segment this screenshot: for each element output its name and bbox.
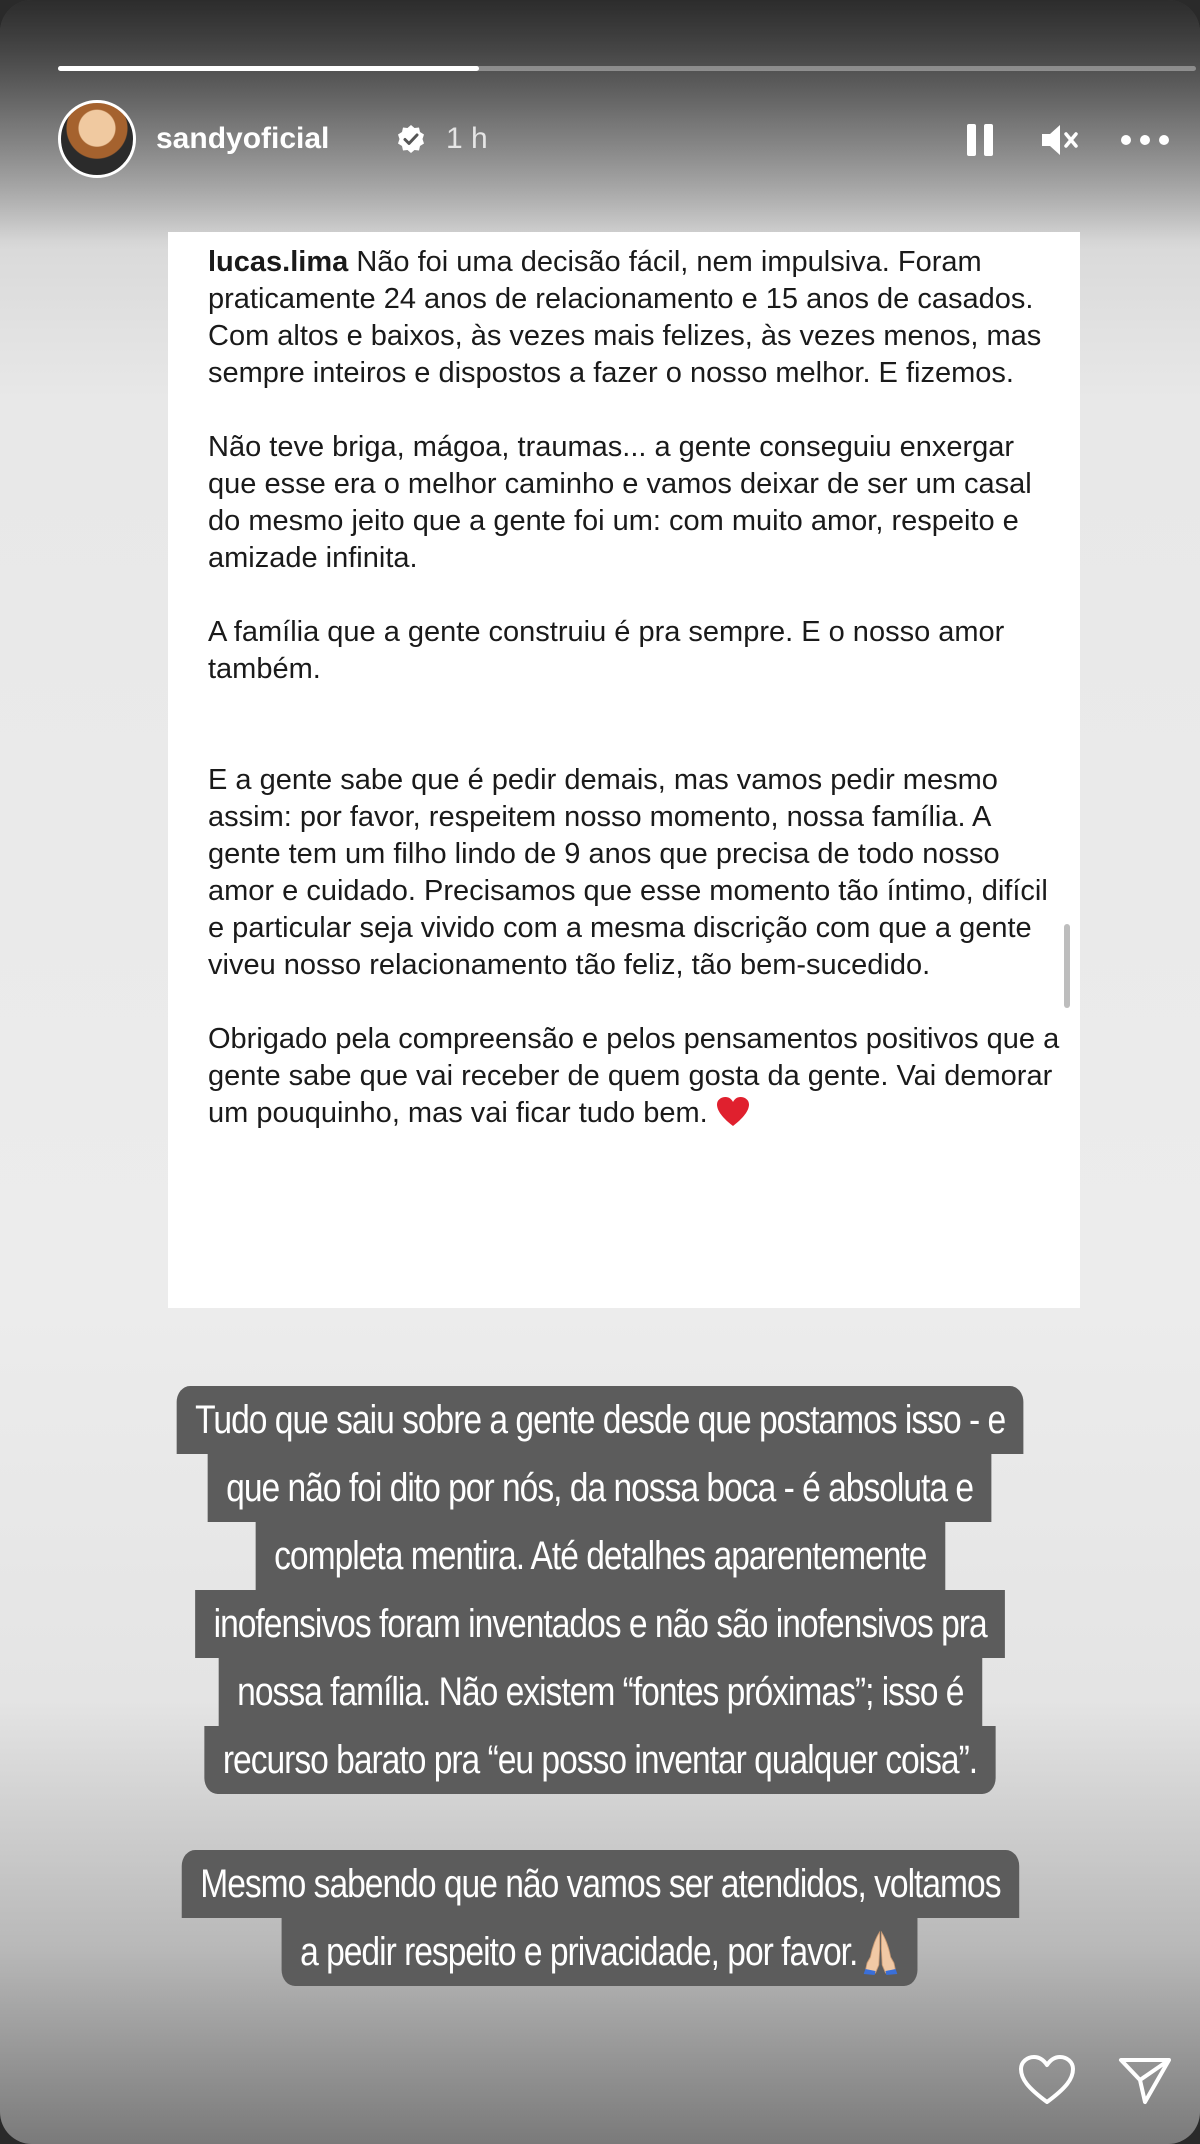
caption-paragraph: lucas.lima Não foi uma decisão fácil, ne…: [208, 244, 1068, 392]
overlay-line-text: a pedir respeito e privacidade, por favo…: [300, 1930, 858, 1974]
story-header: sandyoficial 1 h: [58, 100, 1178, 180]
story-viewer: sandyoficial 1 h lucas.lima Não foi uma …: [0, 0, 1200, 2144]
overlay-line: inofensivos foram inventados e não são i…: [195, 1590, 1005, 1658]
post-time: 1 h: [446, 122, 488, 155]
folded-hands-emoji: [864, 1930, 898, 1975]
pause-icon[interactable]: [958, 118, 1002, 162]
speaker-muted-icon[interactable]: [1038, 118, 1082, 162]
avatar[interactable]: [58, 100, 136, 178]
story-progress-bar: [58, 66, 1196, 71]
post-caption: lucas.lima Não foi uma decisão fácil, ne…: [208, 244, 1068, 1132]
caption-text: Obrigado pela compreensão e pelos pensam…: [208, 1023, 1060, 1129]
username[interactable]: sandyoficial: [156, 122, 329, 156]
post-username[interactable]: lucas.lima: [208, 246, 348, 278]
shared-post-card: lucas.lima Não foi uma decisão fácil, ne…: [168, 232, 1080, 1308]
verified-badge-icon: [398, 125, 424, 153]
heart-outline-icon[interactable]: [1018, 2054, 1076, 2106]
overlay-line: a pedir respeito e privacidade, por favo…: [281, 1918, 919, 1986]
more-options-icon[interactable]: [1118, 118, 1172, 162]
overlay-line: nossa família. Não existem “fontes próxi…: [218, 1658, 982, 1726]
post-scrollbar[interactable]: [1064, 924, 1070, 1008]
overlay-line: Tudo que saiu sobre a gente desde que po…: [176, 1386, 1024, 1454]
caption-paragraph: A família que a gente construiu é pra se…: [208, 616, 1005, 685]
story-text-overlay-1: Tudo que saiu sobre a gente desde que po…: [100, 1386, 1100, 1794]
overlay-line: Mesmo sabendo que não vamos ser atendido…: [181, 1850, 1019, 1918]
caption-paragraph: Não teve briga, mágoa, traumas... a gent…: [208, 431, 1032, 574]
story-text-overlay-2: Mesmo sabendo que não vamos ser atendido…: [100, 1850, 1100, 1986]
overlay-line: recurso barato pra “eu posso inventar qu…: [204, 1726, 996, 1794]
send-icon[interactable]: [1118, 2056, 1172, 2106]
story-progress-fill: [58, 66, 480, 71]
caption-paragraph: E a gente sabe que é pedir demais, mas v…: [208, 764, 1048, 981]
overlay-line: completa mentira. Até detalhes aparentem…: [255, 1522, 945, 1590]
overlay-line: que não foi dito por nós, da nossa boca …: [208, 1454, 992, 1522]
red-heart-emoji: [716, 1097, 749, 1126]
caption-paragraph: Obrigado pela compreensão e pelos pensam…: [208, 1021, 1068, 1132]
